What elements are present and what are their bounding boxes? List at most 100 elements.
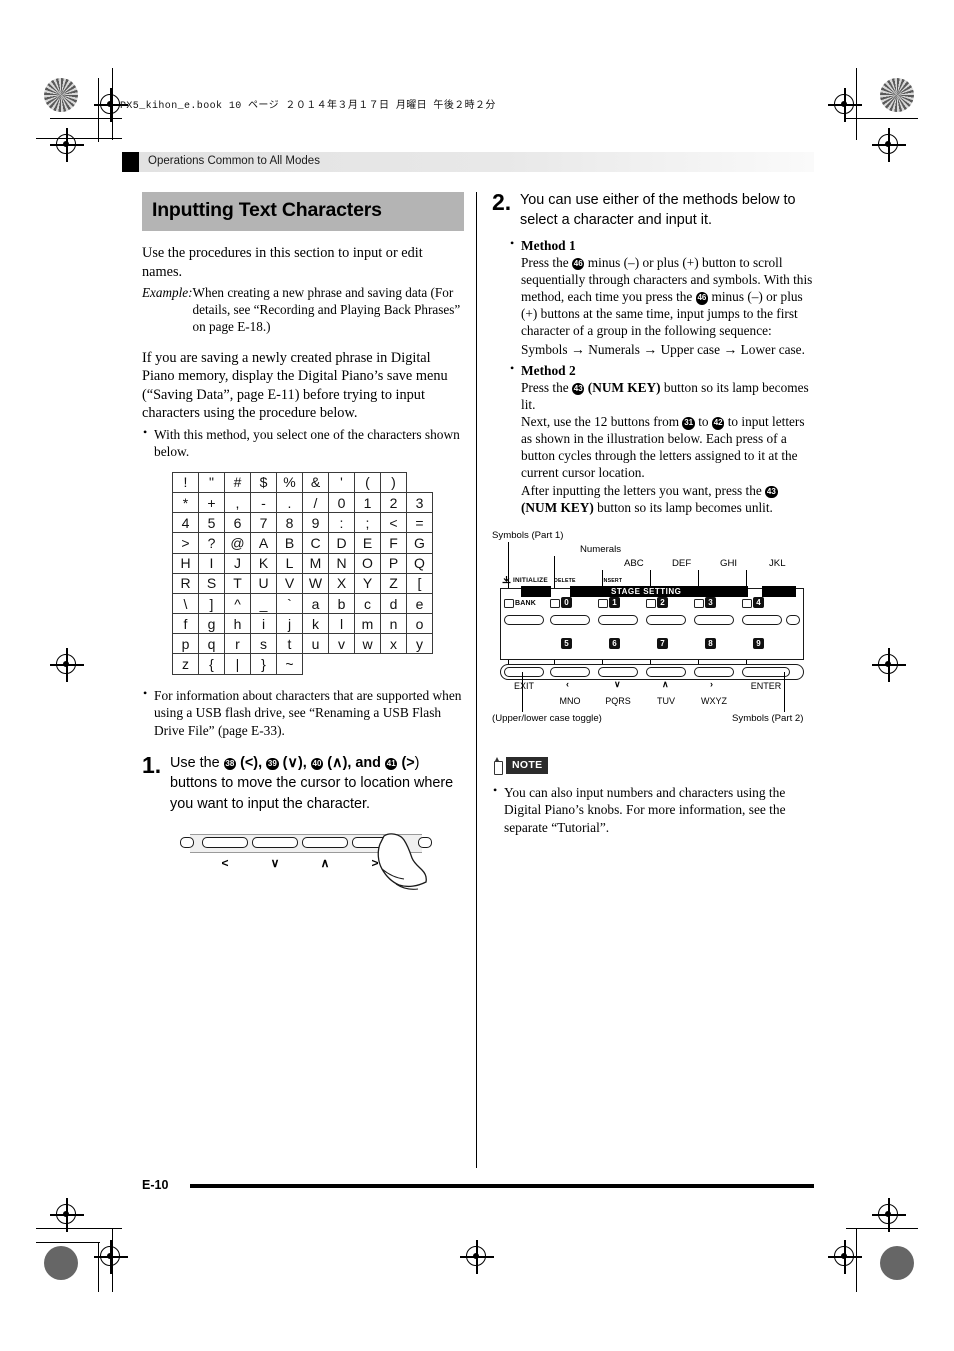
char-cell: < (380, 512, 407, 534)
char-cell: * (172, 491, 199, 514)
note-block: NOTE You can also input numbers and char… (492, 756, 814, 836)
table-row: R S T U V W X Y Z[ (172, 572, 433, 594)
registration-mark-bottom-left-a (50, 1198, 84, 1232)
panel-key-row2-d[interactable] (646, 666, 686, 677)
char-cell-empty (329, 654, 355, 674)
char-cell: a (302, 592, 329, 615)
char-cell: I (198, 552, 225, 574)
list-item: You can also input numbers and character… (492, 783, 814, 836)
keypad-button-8[interactable]: 8 (705, 637, 716, 649)
panel-key-row2-f[interactable] (742, 666, 790, 677)
glyph-down-arrow: ∨ (270, 856, 280, 871)
char-cell: 1 (354, 491, 381, 514)
keypad-button-0[interactable]: 0 (561, 596, 572, 608)
label-case-toggle: (Upper/lower case toggle) (492, 712, 602, 724)
char-cell: s (250, 633, 277, 655)
char-cell: } (250, 653, 277, 675)
m2-p2mid: to (694, 414, 712, 430)
step-1-number: 1. (142, 751, 162, 778)
footer-rule (190, 1184, 814, 1189)
keypad-button-3[interactable]: 3 (705, 596, 716, 608)
keypad-button-9[interactable]: 9 (753, 637, 764, 649)
step-1: 1. Use the 38 (<), 39 (∨), 40 (∧), and 4… (142, 753, 464, 814)
num-key-label-1: (NUM KEY) (584, 379, 661, 395)
panel-key-row1-g[interactable] (786, 614, 800, 625)
char-cell: { (198, 653, 225, 675)
char-cell: b (328, 592, 355, 615)
button-ref-42: 42 (711, 417, 725, 430)
panel-key-row1-e[interactable] (694, 614, 734, 625)
char-cell: 5 (198, 512, 225, 534)
crop-line-br-v (856, 1228, 858, 1292)
button-ref-43-a: 43 (571, 382, 585, 396)
m2-p1a: Press the (521, 379, 572, 395)
label-symbols-part1: Symbols (Part 1) (492, 529, 564, 541)
button-down-arrow (252, 837, 298, 849)
keypad-button-1[interactable]: 1 (609, 596, 620, 608)
char-cell: Q (406, 552, 433, 574)
panel-key-row1-f[interactable] (742, 614, 782, 625)
page-number: E-10 (142, 1178, 169, 1192)
char-cell: 6 (224, 512, 251, 534)
char-cell: q (198, 633, 225, 655)
panel-key-row2-e[interactable] (694, 666, 734, 677)
char-cell: V (276, 572, 303, 594)
keypad-button-6[interactable]: 6 (609, 637, 620, 649)
method-1-heading: Method 1 (521, 237, 576, 253)
m2-p3b: button so its lamp becomes unlit. (593, 499, 773, 515)
keypad-button-4[interactable]: 4 (753, 596, 764, 608)
char-cell: ] (198, 592, 225, 615)
crop-line-tl-v2 (98, 78, 100, 142)
char-cell: = (406, 512, 433, 534)
pencil-icon (492, 756, 503, 775)
leader-line-symbols2 (784, 671, 785, 712)
character-table-body: ! " # $% & '() * +, -./0 1 2 3 4 5 6 7 8 9:; < = >? @ A B C D E F G H… (172, 471, 433, 675)
label-def: DEF (672, 557, 692, 569)
section-title-bar: Inputting Text Characters (142, 192, 464, 231)
right-arrow-icon-3: → (723, 340, 738, 357)
char-cell: e (406, 592, 433, 615)
m1-seg1: Press the (521, 254, 572, 270)
char-cell: N (328, 552, 355, 574)
char-cell: - (250, 491, 277, 514)
black-bar-seg-1 (521, 585, 551, 597)
char-cell: 3 (406, 491, 433, 514)
table-row: 4 5 6 7 8 9:; < = (172, 512, 433, 534)
panel-key-row1-c[interactable] (598, 614, 638, 625)
char-cell: / (302, 491, 329, 514)
registration-mark-bottom-right-a (872, 1198, 906, 1232)
example-label: Example: (142, 285, 193, 301)
panel-key-row1-b[interactable] (550, 614, 590, 625)
button-ref-43-b: 43 (765, 485, 778, 499)
label-ghi: GHI (720, 557, 738, 569)
step1-after-up: ), and (342, 754, 385, 771)
panel-key-row2-a[interactable] (504, 666, 544, 677)
char-cell: S (198, 572, 225, 594)
label-enter: ENTER (750, 680, 782, 691)
label-pqrs: PQRS (605, 695, 631, 706)
keypad-button-5[interactable]: 5 (561, 637, 572, 649)
label-numerals: Numerals (580, 543, 622, 555)
keypad-button-7[interactable]: 7 (657, 637, 668, 649)
char-cell: ! (172, 471, 199, 493)
intro-paragraph: Use the procedures in this section to in… (142, 245, 423, 280)
char-cell: X (328, 572, 355, 594)
char-cell: i (250, 613, 277, 635)
step1-after-down: ), (297, 754, 311, 771)
step-1-text: Use the 38 (<), 39 (∨), 40 (∧), and 41 (… (170, 753, 464, 814)
panel-key-row1-a[interactable] (504, 614, 544, 625)
char-cell: ~ (276, 653, 303, 675)
char-cell: H (172, 552, 199, 574)
panel-key-row1-d[interactable] (646, 614, 686, 625)
keypad-button-2[interactable]: 2 (657, 596, 668, 608)
table-row: z{|} ~ (172, 653, 433, 675)
crop-line-bl-v (112, 1228, 114, 1292)
panel-key-row2-c[interactable] (598, 666, 638, 677)
button-ref-39: 39 (266, 757, 279, 771)
button-left-arrow (202, 837, 248, 849)
char-cell: c (354, 592, 381, 615)
crop-line-bl-h (36, 1228, 122, 1230)
char-cell: v (328, 633, 355, 655)
panel-key-row2-b[interactable] (550, 666, 590, 677)
char-cell: C (302, 532, 329, 554)
